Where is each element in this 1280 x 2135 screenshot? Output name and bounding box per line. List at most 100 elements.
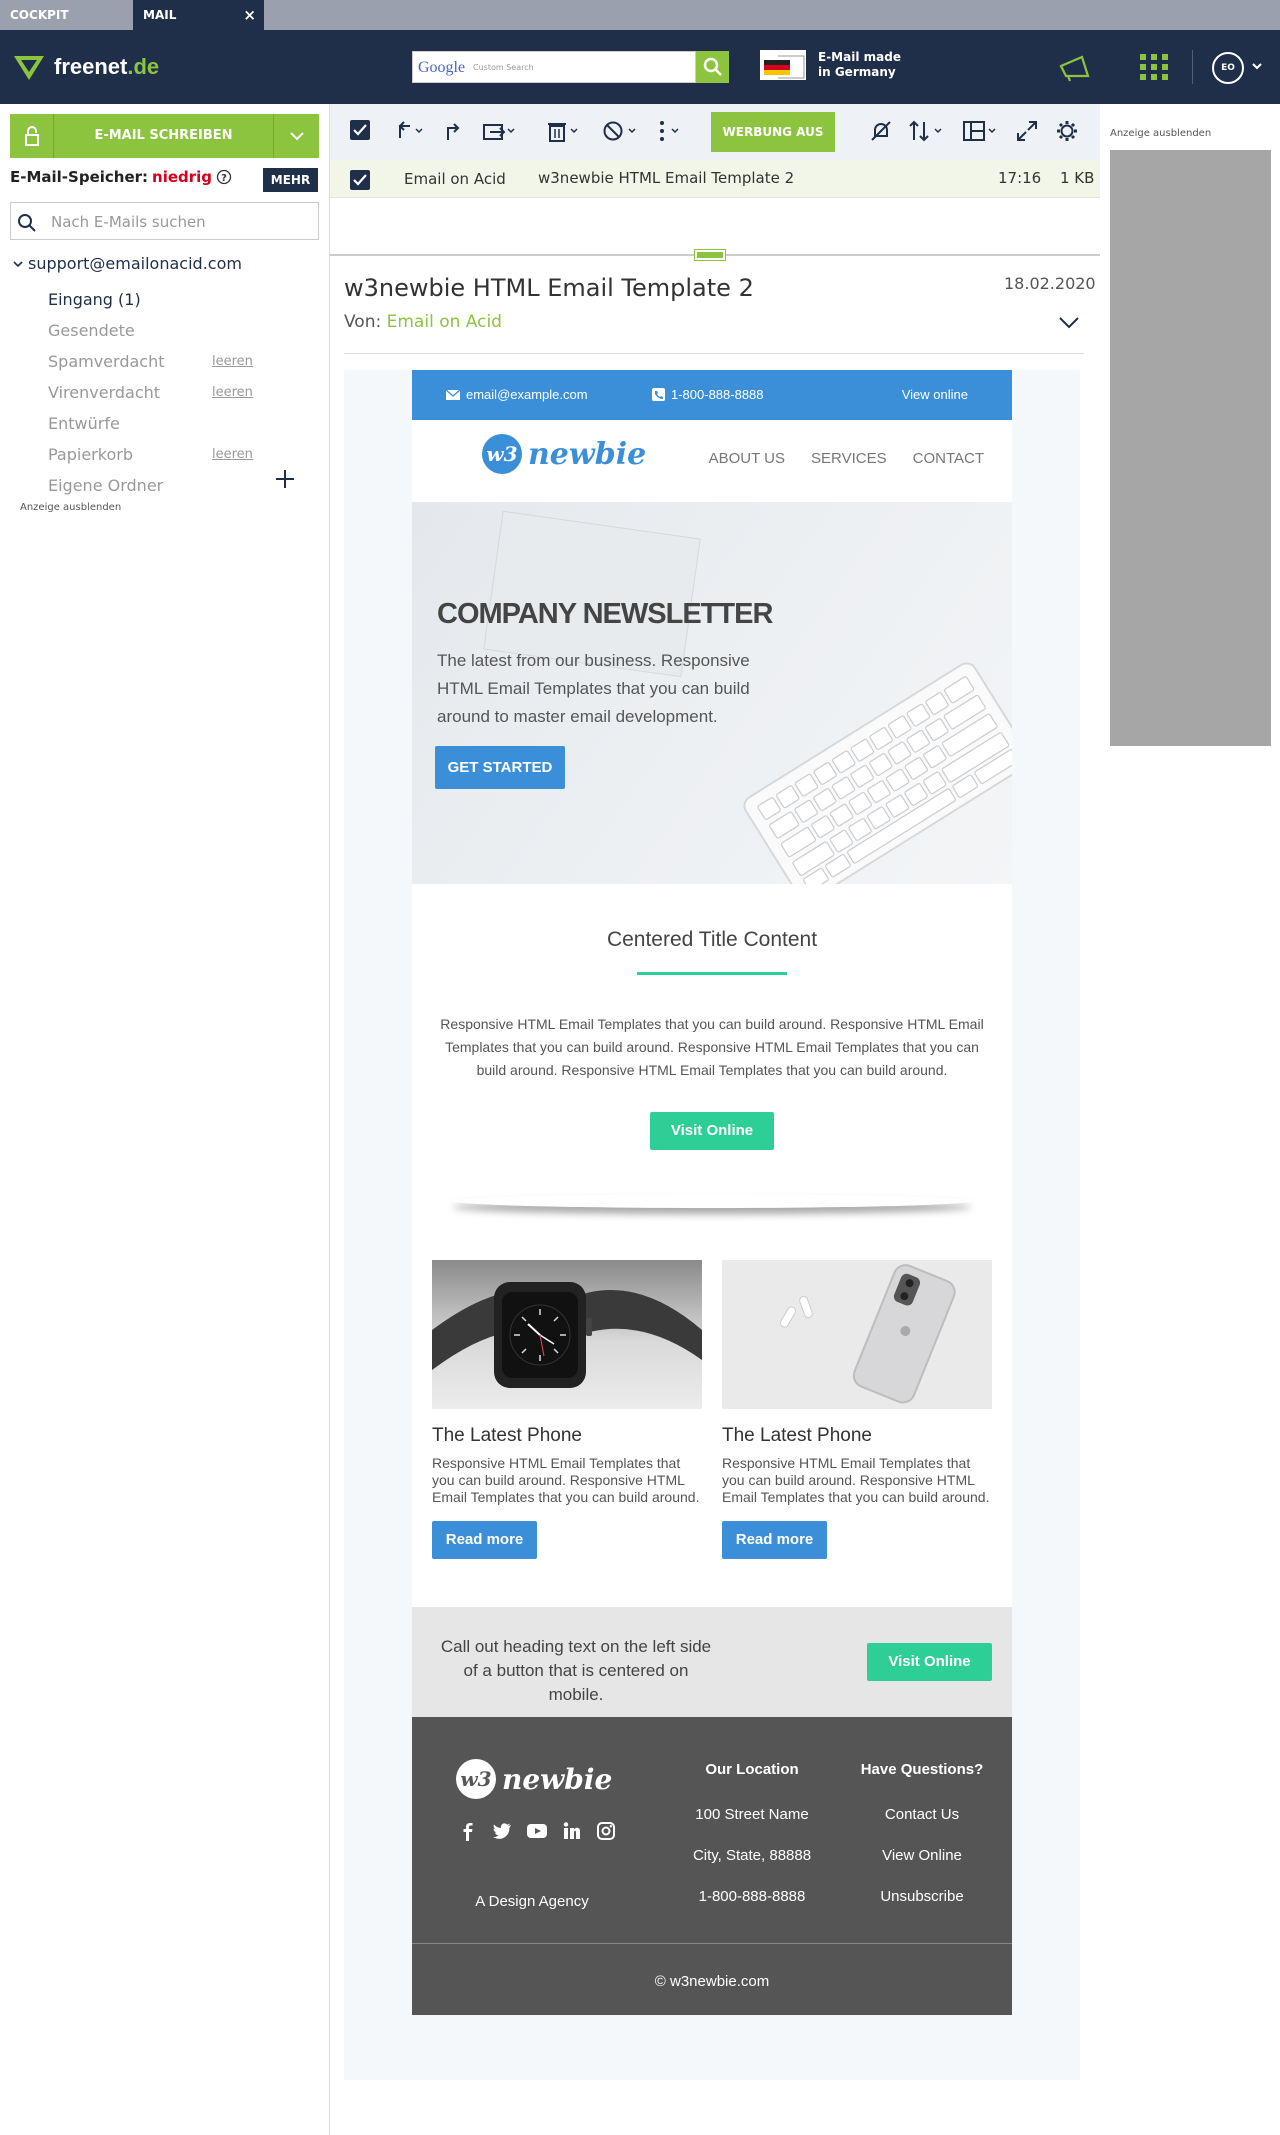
reader-sender-link[interactable]: Email on Acid [387, 312, 502, 332]
sidebar-item-trash[interactable]: Papierkorb leeren [48, 439, 268, 470]
visit-online-button[interactable]: Visit Online [650, 1112, 774, 1150]
google-logo: Google [418, 59, 466, 76]
more-options-icon[interactable] [656, 120, 682, 142]
trash-icon[interactable] [546, 120, 580, 142]
instagram-icon[interactable] [596, 1821, 616, 1841]
footer-view-online-link[interactable]: View Online [842, 1847, 1002, 1864]
ads-off-button[interactable]: WERBUNG AUS [711, 112, 835, 152]
empty-virus-link[interactable]: leeren [212, 377, 253, 408]
footer-phone[interactable]: 1-800-888-8888 [677, 1888, 827, 1905]
layout-icon[interactable] [962, 120, 1000, 142]
callout-section: Call out heading text on the left side o… [412, 1607, 1012, 1717]
apps-grid-icon[interactable] [1138, 53, 1170, 81]
forward-icon[interactable] [442, 120, 464, 142]
sidebar-item-spam[interactable]: Spamverdacht leeren [48, 346, 268, 377]
read-more-button[interactable]: Read more [432, 1521, 537, 1559]
reader-separator [344, 353, 1084, 354]
message-subject: w3newbie HTML Email Template 2 [538, 169, 795, 187]
tab-mail[interactable]: MAIL × [133, 0, 264, 30]
w3newbie-logo[interactable]: w3 newbie [480, 432, 646, 476]
envelope-icon [446, 389, 460, 400]
linkedin-icon[interactable] [562, 1821, 582, 1841]
account-folder[interactable]: support@emailonacid.com [12, 254, 242, 273]
callout-text: Call out heading text on the left side o… [440, 1637, 712, 1704]
copyright: © w3newbie.com [654, 1973, 770, 1990]
top-bar: freenet.de Google Custom Search E-Mail m… [0, 30, 1280, 104]
made-in-germany-badge: E-Mail made in Germany [760, 50, 918, 80]
view-online-link[interactable]: View online [902, 387, 968, 402]
close-icon[interactable]: × [243, 0, 256, 30]
reader-from-label: Von: [344, 312, 382, 332]
twitter-icon[interactable] [492, 1821, 512, 1841]
unsubscribe-link[interactable]: Unsubscribe [842, 1888, 1002, 1905]
chevron-down-icon[interactable] [1058, 316, 1080, 330]
email-contact[interactable]: email@example.com [446, 387, 588, 402]
card-text: Responsive HTML Email Templates that you… [722, 1455, 990, 1505]
sort-icon[interactable] [908, 120, 946, 142]
sidebar-item-inbox[interactable]: Eingang (1) [48, 284, 268, 315]
mail-search-input[interactable]: Nach E-Mails suchen [10, 202, 319, 240]
w3-logo-icon: w3 [482, 434, 522, 474]
phone-contact[interactable]: 1-800-888-8888 [652, 387, 764, 402]
megaphone-icon[interactable] [1058, 54, 1094, 82]
nav-contact[interactable]: CONTACT [913, 450, 984, 467]
questions-heading: Have Questions? [860, 1761, 984, 1778]
social-links [458, 1821, 616, 1841]
main-panel: WERBUNG AUS Email on Acid w3newbie HTML … [330, 104, 1100, 2135]
tab-bar: COCKPIT MAIL × [0, 0, 1280, 30]
empty-trash-link[interactable]: leeren [212, 439, 253, 470]
email-nav: w3 newbie ABOUT US SERVICES CONTACT [412, 420, 1012, 502]
compose-label: E-MAIL SCHREIBEN [94, 128, 233, 143]
block-icon[interactable] [602, 120, 638, 142]
message-row[interactable]: Email on Acid w3newbie HTML Email Templa… [330, 160, 1100, 198]
compose-button[interactable]: E-MAIL SCHREIBEN [10, 114, 319, 158]
google-search-placeholder: Custom Search [473, 63, 534, 72]
sidebar-item-own-folders[interactable]: Eigene Ordner [48, 470, 268, 501]
add-folder-icon[interactable] [274, 468, 296, 490]
read-more-button[interactable]: Read more [722, 1521, 827, 1559]
expand-icon[interactable] [1016, 120, 1038, 142]
google-search-button[interactable] [696, 51, 729, 83]
help-icon[interactable]: ? [216, 169, 232, 185]
select-all-checkbox[interactable] [350, 120, 370, 140]
reply-icon[interactable] [392, 120, 424, 142]
settings-gear-icon[interactable] [1056, 120, 1078, 142]
nav-about-us[interactable]: ABOUT US [709, 450, 785, 467]
notifications-off-icon[interactable] [870, 120, 892, 142]
freenet-logo[interactable]: freenet.de [12, 52, 159, 82]
chevron-down-icon[interactable] [1251, 61, 1263, 71]
svg-text:w3: w3 [460, 1767, 491, 1791]
empty-spam-link[interactable]: leeren [212, 346, 253, 377]
avatar[interactable]: EO [1212, 52, 1244, 84]
facebook-icon[interactable] [458, 1821, 478, 1841]
message-checkbox[interactable] [350, 170, 370, 190]
w3-logo-icon: w3 [456, 1759, 496, 1799]
mail-toolbar: WERBUNG AUS [330, 104, 1100, 160]
germany-flag-icon [760, 50, 806, 80]
more-button[interactable]: MEHR [263, 168, 318, 192]
callout-visit-online-button[interactable]: Visit Online [867, 1643, 992, 1681]
contact-us-link[interactable]: Contact Us [842, 1806, 1002, 1823]
move-icon[interactable] [482, 120, 516, 142]
compose-dropdown[interactable] [273, 114, 319, 158]
sidebar-item-sent[interactable]: Gesendete [48, 315, 268, 346]
search-icon [703, 57, 722, 76]
lock-icon[interactable] [10, 114, 54, 158]
card-text: Responsive HTML Email Templates that you… [432, 1455, 700, 1505]
footer-location: Our Location 100 Street Name City, State… [677, 1761, 827, 1929]
google-search-input[interactable]: Google Custom Search [412, 51, 696, 83]
tab-cockpit[interactable]: COCKPIT [0, 0, 133, 30]
youtube-icon[interactable] [526, 1821, 548, 1841]
center-text: Responsive HTML Email Templates that you… [440, 1016, 984, 1078]
footer-logo[interactable]: w3 newbie [454, 1757, 612, 1801]
hide-ad-link[interactable]: Anzeige ausblenden [20, 502, 121, 513]
message-time: 17:16 [998, 169, 1042, 187]
sidebar-item-drafts[interactable]: Entwürfe [48, 408, 268, 439]
split-drag-handle[interactable] [694, 249, 726, 261]
nav-services[interactable]: SERVICES [811, 450, 887, 467]
card-title: The Latest Phone [432, 1425, 582, 1446]
hide-ad-link[interactable]: Anzeige ausblenden [1110, 128, 1211, 139]
storage-label: E-Mail-Speicher: [10, 168, 149, 186]
sidebar-item-virus[interactable]: Virenverdacht leeren [48, 377, 268, 408]
get-started-button[interactable]: GET STARTED [435, 746, 565, 789]
